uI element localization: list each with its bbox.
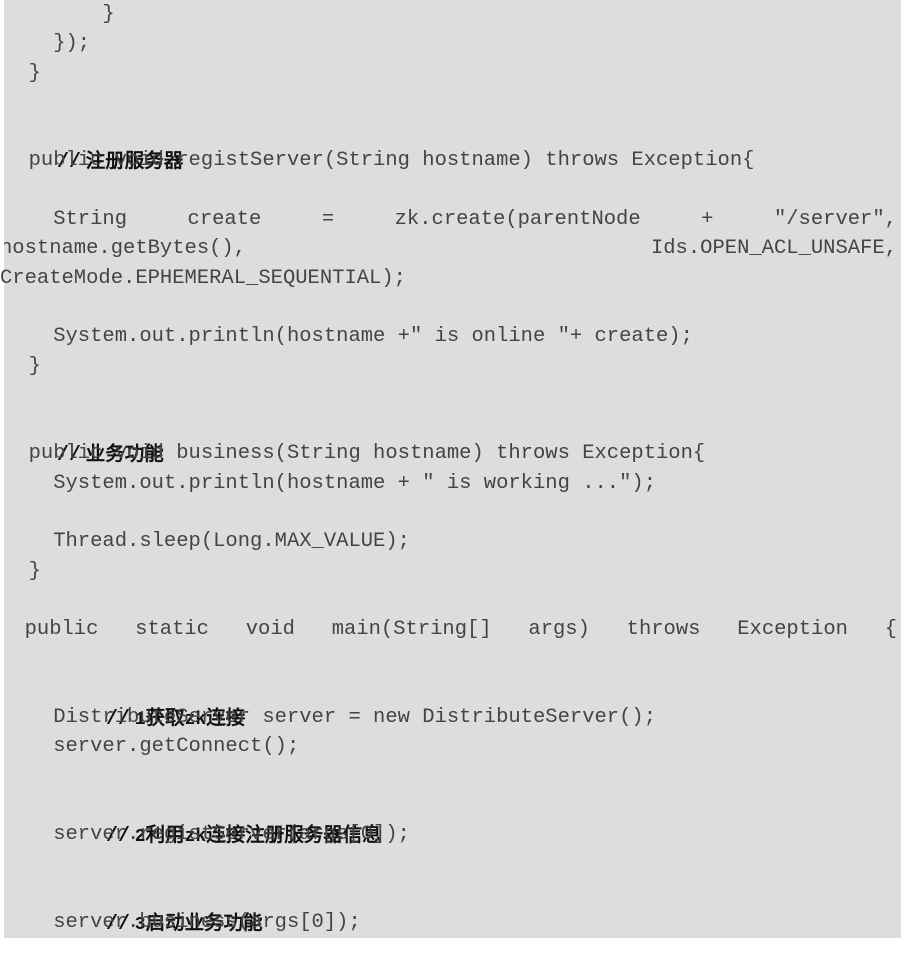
- code-token: void: [245, 618, 295, 642]
- code-line: }: [4, 61, 41, 85]
- code-line: System.out.println(hostname +" is online…: [4, 325, 693, 349]
- code-token: =: [321, 208, 335, 232]
- code-token: zk.create(parentNode: [394, 208, 641, 232]
- code-line: server.registServer(args[0]);: [4, 823, 410, 847]
- code-line: DistributeServer server = new Distribute…: [4, 706, 657, 730]
- code-token: args): [528, 618, 590, 642]
- code-token: Ids.OPEN_ACL_UNSAFE,: [650, 237, 897, 261]
- comment-line-step-3: // 3启动业务功能: [4, 879, 901, 936]
- code-line: System.out.println(hostname + " is worki…: [4, 471, 657, 495]
- code-line-justified: public static void main(String[] args) t…: [0, 615, 897, 644]
- code-token: "/server",: [773, 208, 897, 232]
- code-token: static: [135, 618, 209, 642]
- comment-line-regist-server: // 注册服务器: [4, 117, 901, 174]
- bottom-white-strip: [0, 938, 901, 958]
- code-line: }: [4, 938, 901, 939]
- code-line: }: [4, 559, 41, 583]
- code-token: hostname.getBytes(),: [0, 237, 247, 261]
- code-token: create: [187, 208, 262, 232]
- code-line-justified: String create = zk.create(parentNode + "…: [4, 205, 897, 234]
- code-line: public void registServer(String hostname…: [4, 149, 755, 173]
- code-token: +: [701, 208, 714, 232]
- code-token: Exception: [737, 618, 848, 642]
- code-line: Thread.sleep(Long.MAX_VALUE);: [4, 530, 410, 554]
- code-line: });: [4, 32, 91, 56]
- code-line: server.business(args[0]);: [4, 911, 361, 935]
- code-line: }: [4, 354, 41, 378]
- code-line: }: [4, 3, 115, 26]
- code-line-justified: hostname.getBytes(), Ids.OPEN_ACL_UNSAFE…: [0, 234, 897, 263]
- comment-line-business: // 业务功能: [4, 410, 901, 467]
- code-token: throws: [626, 618, 701, 642]
- code-block: } }); } // 注册服务器 public void registServe…: [0, 0, 901, 938]
- code-line: public void business(String hostname) th…: [4, 442, 706, 466]
- code-line: server.getConnect();: [4, 735, 300, 759]
- comment-line-step-1: // 1获取zk连接: [4, 674, 901, 731]
- comment-line-step-2: // 2利用zk连接注册服务器信息: [4, 791, 901, 848]
- code-line: CreateMode.EPHEMERAL_SEQUENTIAL);: [0, 266, 406, 290]
- code-token: public: [0, 618, 99, 642]
- code-token: {: [884, 618, 897, 642]
- code-token: main(String[]: [331, 618, 492, 642]
- code-token: String: [4, 208, 128, 232]
